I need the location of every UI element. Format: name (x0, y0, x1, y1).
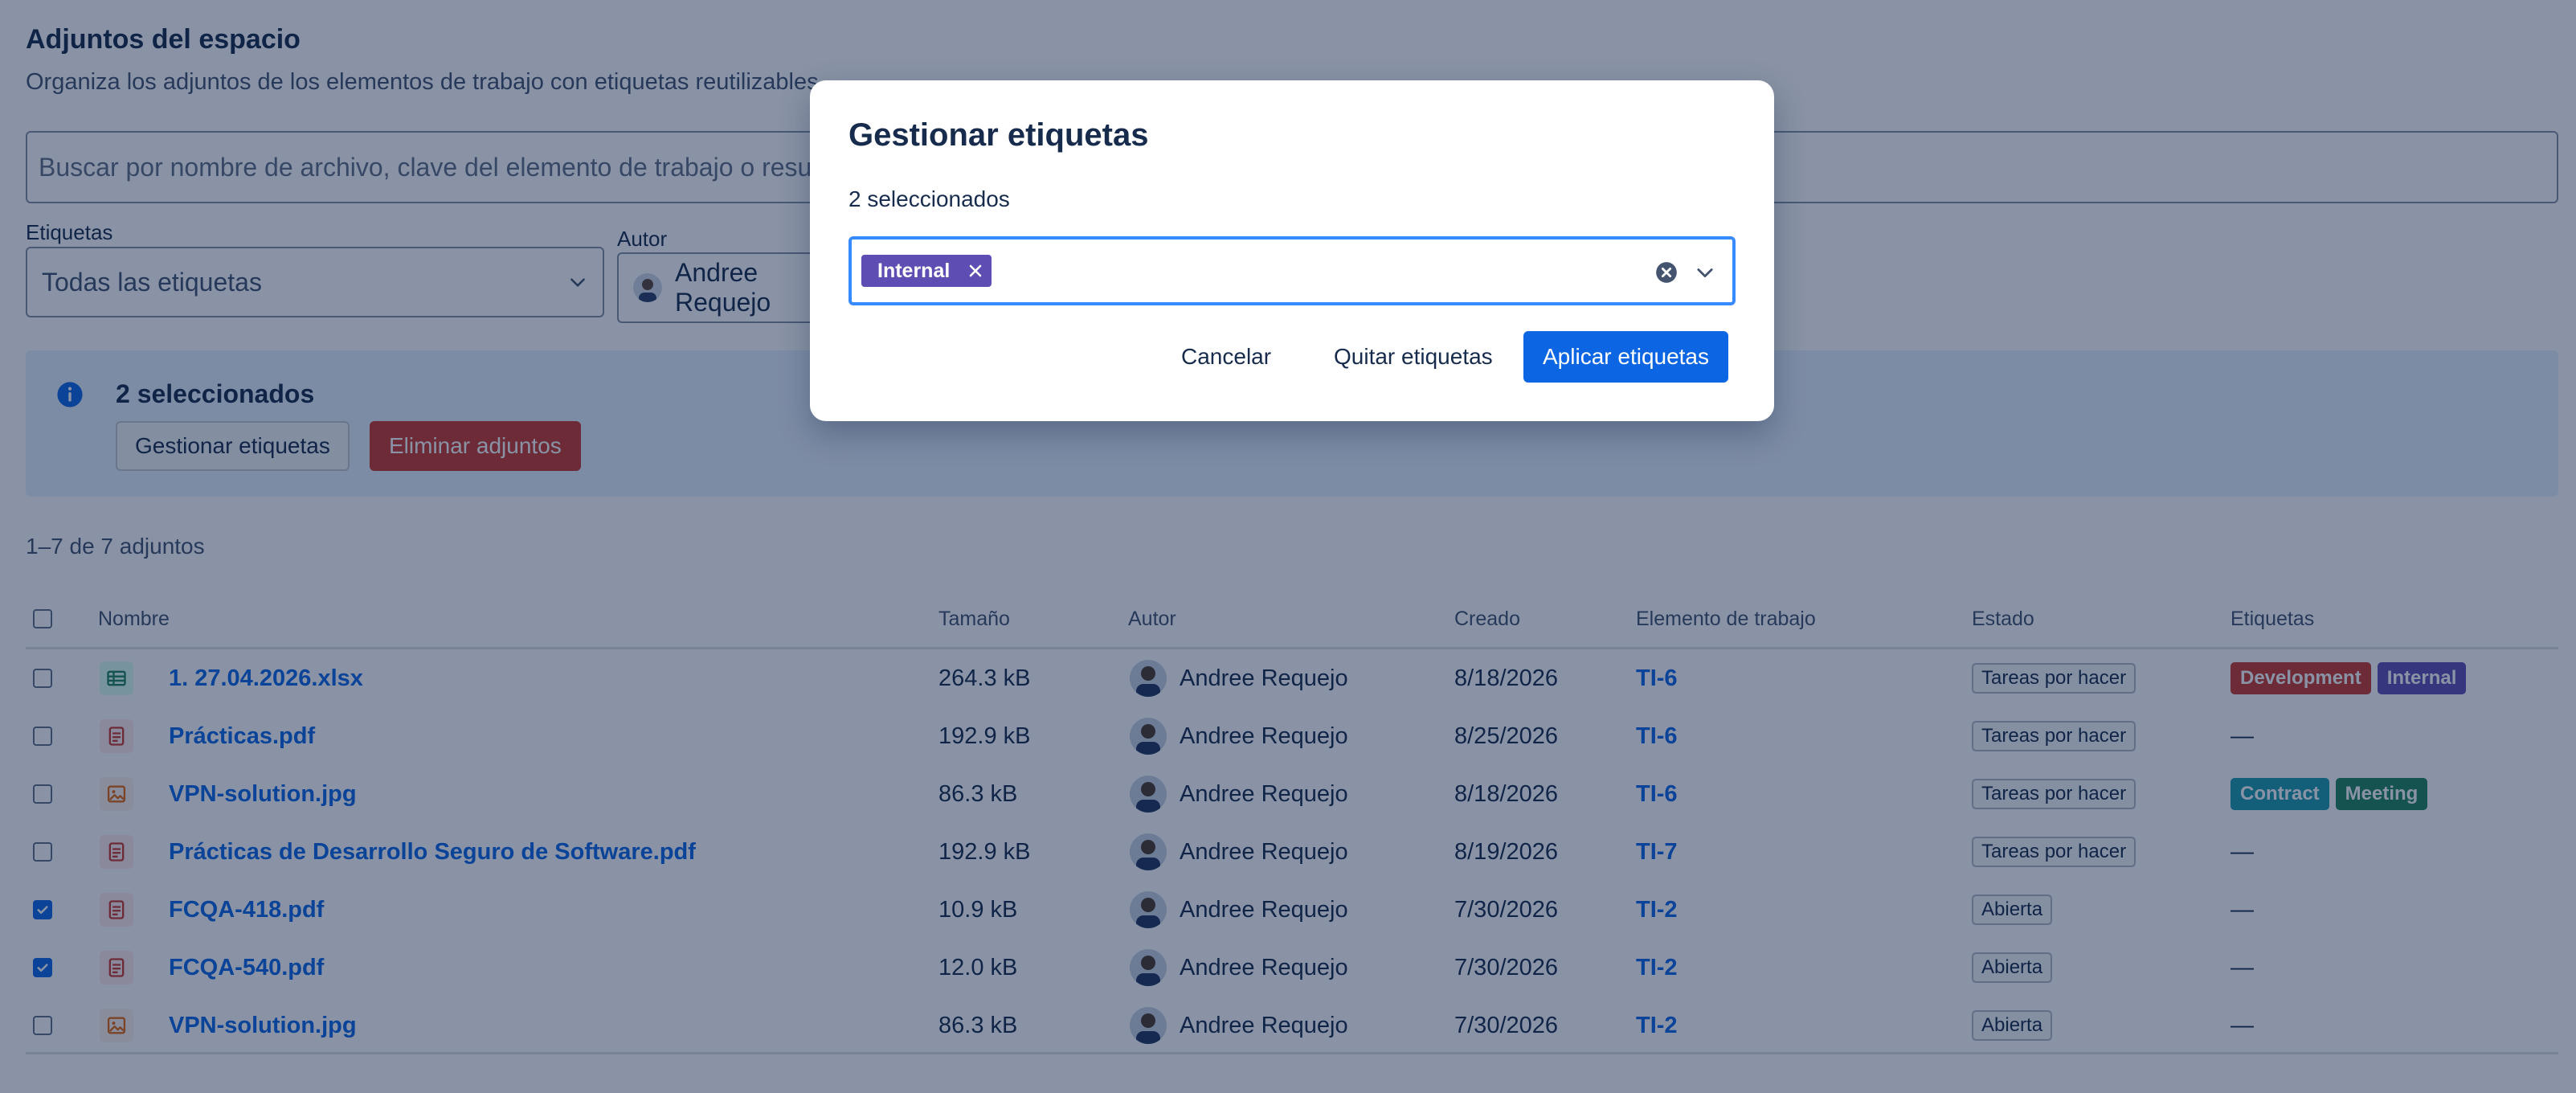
labels-multiselect[interactable]: Internal (848, 236, 1736, 305)
dialog-title: Gestionar etiquetas (848, 117, 1149, 153)
selected-tag-chip: Internal (861, 255, 992, 287)
apply-labels-button[interactable]: Aplicar etiquetas (1523, 331, 1729, 383)
chevron-down-icon[interactable] (1694, 261, 1716, 284)
manage-labels-dialog: Gestionar etiquetas 2 seleccionados Inte… (810, 80, 1774, 421)
attachments-page: Adjuntos del espacio Organiza los adjunt… (0, 0, 2576, 1093)
remove-labels-button[interactable]: Quitar etiquetas (1316, 331, 1511, 383)
remove-tag-icon[interactable] (966, 261, 985, 280)
cancel-button[interactable]: Cancelar (1163, 331, 1289, 383)
dialog-selected-count: 2 seleccionados (848, 186, 1010, 211)
selected-tag-label: Internal (877, 259, 951, 282)
clear-selection-icon[interactable] (1655, 261, 1678, 284)
